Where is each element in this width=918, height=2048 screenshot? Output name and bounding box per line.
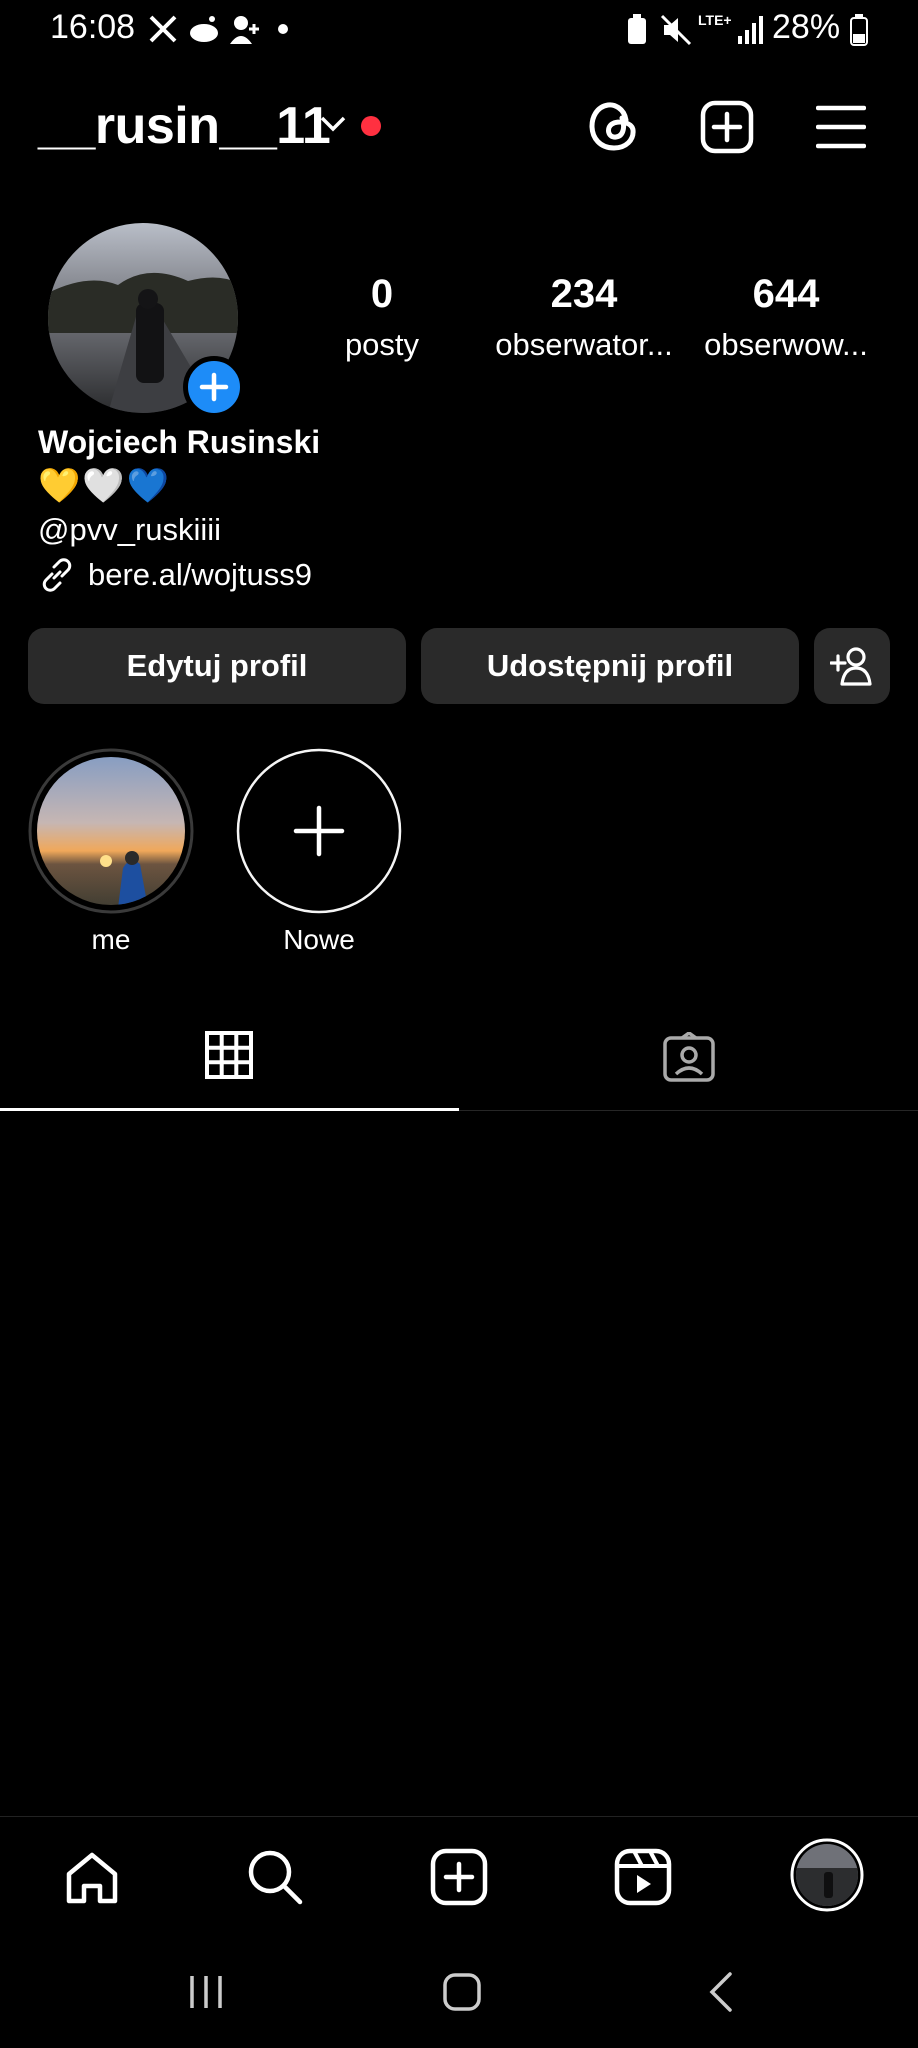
home-icon[interactable] [64, 1850, 120, 1906]
stat-label: obserwator... [495, 327, 673, 362]
highlight-me[interactable] [28, 748, 194, 914]
grid-icon[interactable] [204, 1030, 254, 1080]
stat-following[interactable]: 644 obserwow... [686, 272, 886, 363]
reels-icon[interactable] [614, 1848, 672, 1906]
bio-emojis: 💛🤍💙 [38, 467, 172, 505]
add-person-icon [228, 14, 260, 46]
tagged-icon[interactable] [662, 1032, 716, 1082]
active-tab-indicator [0, 1108, 459, 1111]
stat-value: 644 [752, 272, 820, 316]
nav-divider [0, 1816, 918, 1817]
status-bar: 16:08 LTE+ 28% [0, 0, 918, 60]
create-icon[interactable] [430, 1848, 488, 1906]
back-button[interactable] [706, 1970, 736, 2014]
add-story-badge[interactable] [183, 356, 245, 418]
home-button[interactable] [442, 1972, 482, 2012]
stat-value: 234 [550, 272, 618, 316]
share-profile-button[interactable]: Udostępnij profil [421, 628, 799, 704]
link-text: bere.al/wojtuss9 [88, 557, 313, 592]
full-name: Wojciech Rusinski [38, 424, 321, 460]
stat-label: posty [344, 327, 420, 362]
battery-icon [850, 14, 868, 46]
recent-apps-button[interactable] [186, 1974, 226, 2010]
mute-icon [660, 14, 692, 46]
stat-followers[interactable]: 234 obserwator... [484, 272, 684, 363]
signal-icon [738, 14, 764, 44]
battery-saver-icon [626, 14, 648, 46]
battery-percent: 28% [772, 8, 841, 46]
status-time: 16:08 [50, 8, 136, 46]
stat-posts[interactable]: 0 posty [322, 272, 442, 363]
stat-value: 0 [370, 272, 394, 316]
account-switcher-username[interactable]: __rusin__11 [38, 96, 331, 156]
notification-dot [361, 116, 381, 136]
search-icon[interactable] [246, 1848, 304, 1906]
network-type: LTE+ [698, 12, 732, 28]
new-highlight-button[interactable] [236, 748, 402, 914]
highlight-label: me [91, 924, 131, 955]
x-app-icon [148, 14, 178, 44]
menu-icon[interactable] [816, 104, 866, 150]
reddit-icon [188, 14, 220, 44]
create-icon[interactable] [700, 100, 754, 154]
chevron-down-icon[interactable] [318, 113, 348, 135]
edit-profile-button[interactable]: Edytuj profil [28, 628, 406, 704]
bio-link[interactable]: bere.al/wojtuss9 [38, 556, 312, 594]
discover-people-button[interactable] [814, 628, 890, 704]
threads-icon[interactable] [588, 100, 638, 152]
highlight-label: Nowe [283, 924, 355, 955]
bio-handle[interactable]: @pvv_ruskiiii [38, 512, 221, 548]
dot-icon [278, 24, 288, 34]
link-icon [38, 556, 76, 594]
stat-label: obserwow... [704, 327, 868, 362]
add-person-icon [830, 646, 874, 686]
profile-avatar[interactable] [790, 1838, 864, 1912]
